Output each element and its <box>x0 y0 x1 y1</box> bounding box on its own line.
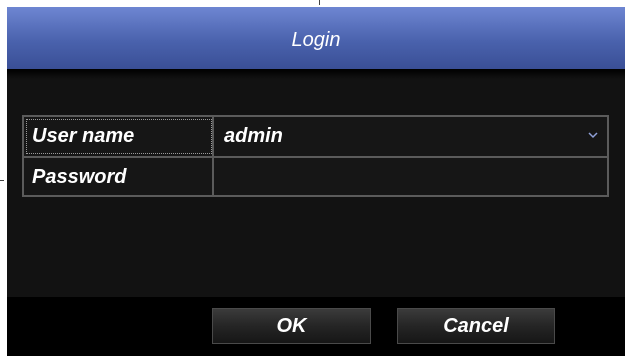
dialog-title: Login <box>291 28 341 51</box>
login-form: User name admin Password <box>22 115 609 197</box>
chevron-down-icon[interactable] <box>587 129 599 141</box>
username-value: admin <box>224 125 283 147</box>
crop-mark-left <box>0 180 4 181</box>
password-label: Password <box>24 158 214 197</box>
title-bar: Login <box>7 7 625 69</box>
username-label: User name <box>24 117 214 156</box>
username-dropdown[interactable]: admin <box>214 117 607 156</box>
ok-button[interactable]: OK <box>212 308 371 344</box>
title-bar-shadow <box>7 69 625 79</box>
password-row: Password <box>24 158 607 197</box>
login-dialog: Login User name admin Password OK Cancel <box>7 7 625 356</box>
cancel-button[interactable]: Cancel <box>397 308 555 344</box>
button-bar: OK Cancel <box>7 297 625 356</box>
username-row: User name admin <box>24 117 607 158</box>
crop-mark-top <box>319 0 320 5</box>
password-field[interactable] <box>214 158 607 197</box>
